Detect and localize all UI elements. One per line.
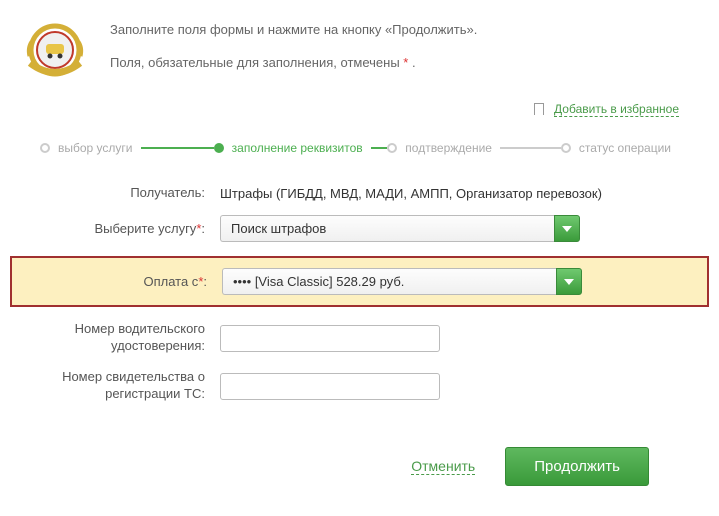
chevron-down-icon bbox=[554, 215, 580, 242]
row-service: Выберите услугу*: Поиск штрафов bbox=[40, 215, 679, 242]
service-label: Выберите услугу*: bbox=[40, 221, 220, 238]
step-dot-icon bbox=[40, 143, 50, 153]
step-dot-icon bbox=[214, 143, 224, 153]
bookmark-icon bbox=[534, 103, 544, 115]
payfrom-select[interactable]: •••• [Visa Classic] 528.29 руб. bbox=[222, 268, 582, 295]
step-dot-icon bbox=[561, 143, 571, 153]
payfrom-select-value: •••• [Visa Classic] 528.29 руб. bbox=[222, 268, 556, 295]
instructions-text: Заполните поля формы и нажмите на кнопку… bbox=[110, 20, 709, 86]
step-label: заполнение реквизитов bbox=[232, 141, 363, 155]
instruction-line-1: Заполните поля формы и нажмите на кнопку… bbox=[110, 20, 709, 41]
recipient-value: Штрафы (ГИБДД, МВД, МАДИ, АМПП, Организа… bbox=[220, 186, 679, 201]
service-select[interactable]: Поиск штрафов bbox=[220, 215, 580, 242]
step-label: статус операции bbox=[579, 141, 671, 155]
row-recipient: Получатель: Штрафы (ГИБДД, МВД, МАДИ, АМ… bbox=[40, 185, 679, 202]
step-2: заполнение реквизитов bbox=[214, 141, 388, 155]
progress-steps: выбор услуги заполнение реквизитов подтв… bbox=[10, 131, 709, 185]
driver-license-label: Номер водительского удостоверения: bbox=[40, 321, 220, 355]
instruction-line-2: Поля, обязательные для заполнения, отмеч… bbox=[110, 53, 709, 74]
step-dot-icon bbox=[387, 143, 397, 153]
step-1: выбор услуги bbox=[40, 141, 214, 155]
vehicle-reg-input[interactable] bbox=[220, 373, 440, 400]
row-driver-license: Номер водительского удостоверения: bbox=[40, 321, 679, 355]
step-label: выбор услуги bbox=[58, 141, 133, 155]
driver-license-input[interactable] bbox=[220, 325, 440, 352]
chevron-down-icon bbox=[556, 268, 582, 295]
payment-form: Получатель: Штрафы (ГИБДД, МВД, МАДИ, АМ… bbox=[10, 185, 709, 403]
service-select-value: Поиск штрафов bbox=[220, 215, 554, 242]
step-line bbox=[141, 147, 214, 149]
payfrom-label: Оплата с*: bbox=[42, 274, 222, 291]
step-line bbox=[500, 147, 561, 149]
row-vehicle-reg: Номер свидетельства о регистрации ТС: bbox=[40, 369, 679, 403]
add-to-favorites-link[interactable]: Добавить в избранное bbox=[554, 102, 679, 117]
page-header: Заполните поля формы и нажмите на кнопку… bbox=[10, 10, 709, 101]
favorites-area: Добавить в избранное bbox=[10, 101, 709, 131]
step-4: статус операции bbox=[561, 141, 679, 155]
step-label: подтверждение bbox=[405, 141, 492, 155]
step-line bbox=[371, 147, 388, 149]
gibdd-emblem-icon bbox=[20, 20, 90, 85]
vehicle-reg-label: Номер свидетельства о регистрации ТС: bbox=[40, 369, 220, 403]
recipient-label: Получатель: bbox=[40, 185, 220, 202]
step-3: подтверждение bbox=[387, 141, 561, 155]
row-payment-from: Оплата с*: •••• [Visa Classic] 528.29 ру… bbox=[10, 256, 709, 307]
continue-button[interactable]: Продолжить bbox=[505, 447, 649, 486]
form-actions: Отменить Продолжить bbox=[10, 417, 709, 506]
cancel-button[interactable]: Отменить bbox=[411, 458, 475, 475]
